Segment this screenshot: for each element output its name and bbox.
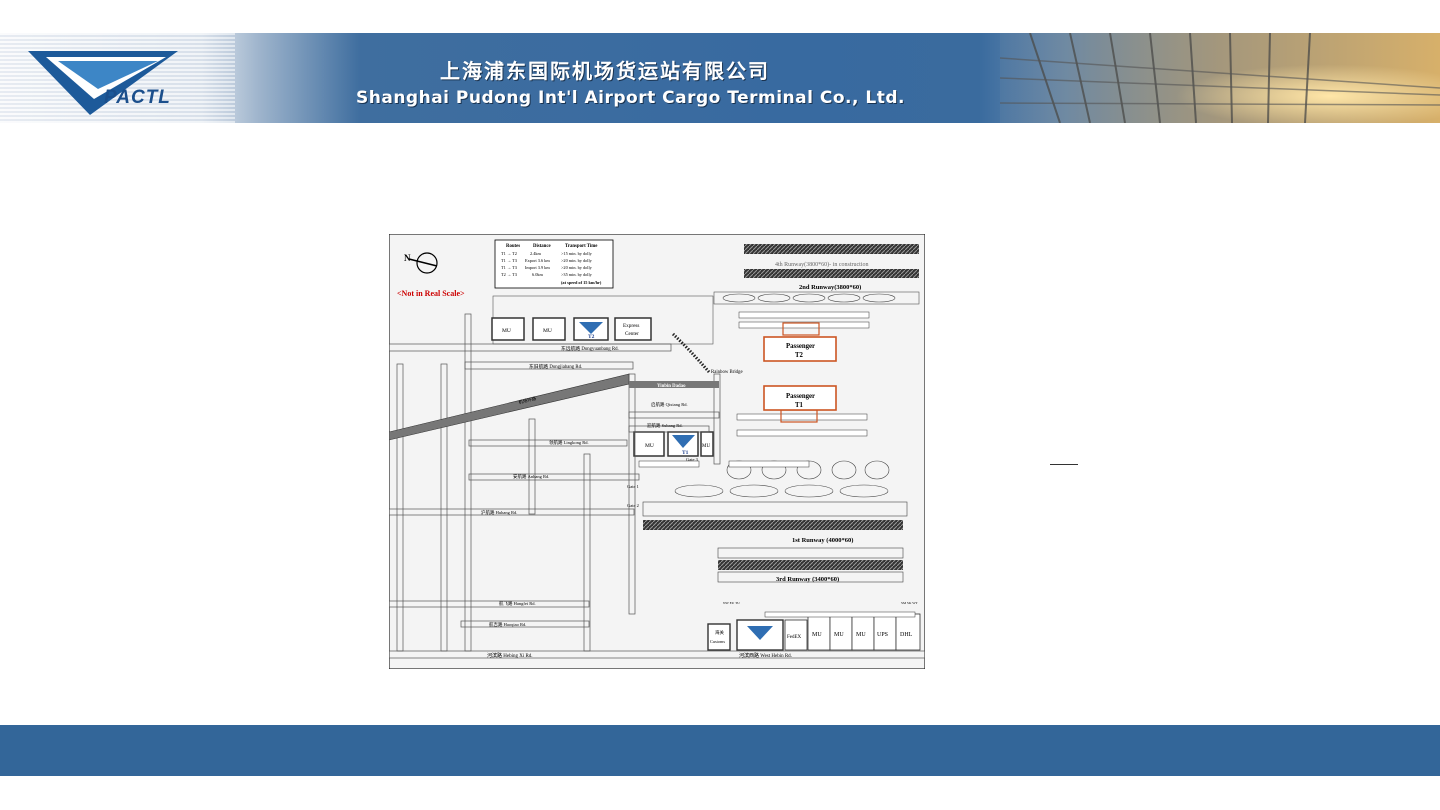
road-label: 东旧航路 Dongjiabang Rd. [529,363,582,370]
road-label: 启航路 Qixiang Rd. [651,401,688,408]
terminal-label: Passenger [786,343,815,350]
road-label: 航吉路 Haoqiao Rd. [489,621,526,628]
building-label: Express [623,323,639,329]
runway-2-label: 2nd Runway(3800*60) [799,284,861,291]
table-cell: >15 min. by dolly [561,251,593,256]
terminal-label: Passenger [786,393,815,400]
transport-table: Routes Distance Transport Time T1 → T2 2… [494,239,614,289]
table-cell: >35 min. by dolly [561,272,593,277]
runway-4-bottom [744,269,919,278]
road-label: 迎航路 Subang Rd. [647,422,683,429]
passenger-terminal-t1: Passenger T1 [763,385,837,411]
table-cell: 6.0km [532,272,544,277]
scale-note: <Not in Real Scale> [397,289,465,298]
building-label: FedEX [787,635,802,640]
table-cell: T2 → T3 [501,272,517,277]
road-label: Rainbow Bridge [711,370,743,375]
company-name-en: Shanghai Pudong Int'l Airport Cargo Term… [356,88,905,108]
table-header: Routes [506,244,520,249]
table-cell: T1 → T3 [501,258,517,263]
runway-1-label: 1st Runway (4000*60) [792,537,853,544]
stray-dash [1050,464,1078,465]
building-label: MU [702,444,710,449]
table-cell: >20 min. by dolly [561,258,593,263]
passenger-terminal-t2: Passenger T2 [763,336,837,362]
building-label: MU [502,328,511,334]
road-label: 河滨路 Hebing Xi Rd. [487,652,533,659]
table-cell: T1 → T3 [501,265,517,270]
terminal-label: T1 [682,450,689,456]
gate-label: Gate 3 [686,457,699,462]
building-label: MU [856,632,866,638]
table-cell: Import 3.9 km [525,265,550,270]
table-cell: T1 → T2 [501,251,517,256]
svg-text:N: N [404,253,411,263]
table-cell: >20 min. by dolly [561,265,593,270]
road-label: 领航路 Lingkong Rd. [549,439,589,446]
table-cell: 2.4km [530,251,542,256]
terminal-label: T2 [588,334,595,340]
warehouse-photo [1000,33,1440,123]
building-label: MU [645,443,654,449]
table-header: Transport Time [565,244,597,249]
building-label: MU [834,632,844,638]
runway-4-label: 4th Runway(3800*60)- in construction [775,261,869,268]
logo-text: PACTL [104,87,171,108]
cargo-tag: SM SK WT [901,601,919,605]
road-label: Yinbin Dadao [657,384,686,389]
building-label: 海关 [715,629,724,636]
building-label: MU [543,328,552,334]
footer-bar [0,725,1440,776]
road-label: 航飞路 Hangfei Rd. [499,600,536,607]
runway-3 [718,560,903,570]
building-label: UPS [877,632,888,638]
runway-4-top [744,244,919,254]
road-label: 东远航路 Dongyuanbang Rd. [561,345,619,352]
building-label: Customs [710,639,725,644]
building-label: Center [625,331,639,337]
runway-1-top [643,520,903,530]
road-label: 河滨西路 West Hebin Rd. [739,652,792,659]
airport-map: N <Not in Real Scale> Routes Distance Tr… [389,234,925,669]
building-label: MU [812,632,822,638]
road-label: 沪航路 Huhang Rd. [481,509,517,516]
header-banner: PACTL 上海浦东国际机场货运站有限公司 Shanghai Pudong In… [0,33,1440,123]
cargo-tag: NW EU TU [723,601,740,605]
building-label: DHL [900,632,913,638]
terminal-label: T1 [795,402,804,409]
terminal-label: T2 [795,352,804,359]
road-label: 安航路 Anhang Rd. [513,473,549,480]
table-footnote: (at speed of 15 km/hr) [561,280,602,285]
table-header: Distance [533,244,551,249]
table-cell: Export 3.6 km [525,258,550,263]
company-name-cn: 上海浦东国际机场货运站有限公司 [440,59,770,83]
